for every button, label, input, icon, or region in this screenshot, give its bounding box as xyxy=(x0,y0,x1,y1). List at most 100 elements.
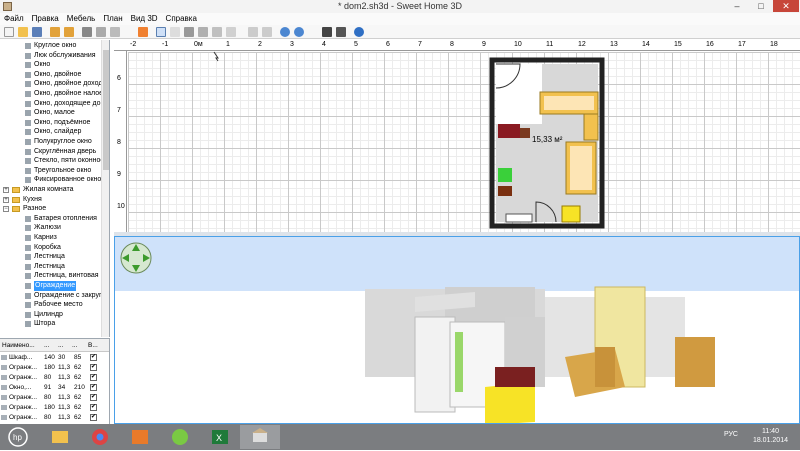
catalog-item[interactable]: Люк обслуживания xyxy=(0,51,109,61)
paste-icon[interactable] xyxy=(110,27,120,37)
3d-scene[interactable] xyxy=(115,237,800,424)
app-icon[interactable] xyxy=(120,425,160,449)
catalog-item[interactable]: Штора xyxy=(0,319,109,329)
catalog-item[interactable]: Лестница, винтовая xyxy=(0,271,109,281)
3d-view[interactable] xyxy=(114,236,800,424)
col-height-header[interactable]: ... xyxy=(72,342,77,349)
input-language[interactable]: РУС xyxy=(724,431,738,438)
catalog-item[interactable]: Полукруглое окно xyxy=(0,137,109,147)
open-icon[interactable] xyxy=(18,27,28,37)
catalog-item[interactable]: Скруглённая дверь xyxy=(0,147,109,157)
visible-checkbox[interactable]: ✔ xyxy=(90,414,97,421)
text-style-icon[interactable] xyxy=(262,27,272,37)
create-walls-icon[interactable] xyxy=(184,27,194,37)
furniture-list-table[interactable]: Наимено... ... ... ... В... Шкаф... 140 30… xyxy=(0,338,110,424)
menu-3d-view[interactable]: Вид 3D xyxy=(127,13,162,23)
catalog-item[interactable]: Цилиндр xyxy=(0,310,109,320)
menu-furniture[interactable]: Мебель xyxy=(63,13,100,23)
catalog-scrollbar[interactable] xyxy=(101,40,109,337)
help-icon[interactable] xyxy=(354,27,364,37)
catalog-item[interactable]: Окно, двойное доходя xyxy=(0,79,109,89)
col-depth-header[interactable]: ... xyxy=(58,342,63,349)
redo-icon[interactable] xyxy=(64,27,74,37)
table-row[interactable]: Огранж... 80 11,3 62 ✔ xyxy=(0,413,109,422)
sweet-home-3d-icon[interactable] xyxy=(240,425,280,449)
expand-toggle-icon[interactable]: − xyxy=(3,206,9,213)
photo-icon[interactable] xyxy=(322,27,332,37)
furniture-catalog-tree[interactable]: Круглое окно Люк обслуживания Окно Окно, дв… xyxy=(0,40,110,337)
visible-checkbox[interactable]: ✔ xyxy=(90,374,97,381)
pan-icon[interactable] xyxy=(170,27,180,37)
catalog-item[interactable]: Окно, малое xyxy=(0,108,109,118)
catalog-item[interactable]: Окно, двойное xyxy=(0,70,109,80)
new-file-icon[interactable] xyxy=(4,27,14,37)
visible-checkbox[interactable]: ✔ xyxy=(90,384,97,391)
catalog-item[interactable]: Лестница xyxy=(0,252,109,262)
catalog-category[interactable]: + Жилая комната xyxy=(0,185,109,195)
catalog-category[interactable]: − Разное xyxy=(0,204,109,214)
visible-checkbox[interactable]: ✔ xyxy=(90,404,97,411)
catalog-item[interactable]: Треугольное окно xyxy=(0,166,109,176)
catalog-item[interactable]: Рабочее место xyxy=(0,300,109,310)
visible-checkbox[interactable]: ✔ xyxy=(90,394,97,401)
undo-icon[interactable] xyxy=(50,27,60,37)
table-row[interactable]: Огранж... 80 11,3 62 ✔ xyxy=(0,393,109,402)
minimize-button[interactable]: – xyxy=(726,0,748,12)
catalog-item[interactable]: Батарея отопления xyxy=(0,214,109,224)
icq-icon[interactable] xyxy=(160,425,200,449)
file-explorer-icon[interactable] xyxy=(40,425,80,449)
video-icon[interactable] xyxy=(336,27,346,37)
catalog-item[interactable]: Круглое окно xyxy=(0,41,109,51)
create-labels-icon[interactable] xyxy=(226,27,236,37)
table-row[interactable]: Окно,... 91 34 210 ✔ xyxy=(0,383,109,392)
select-icon[interactable] xyxy=(156,27,166,37)
table-row[interactable]: Огранж... 180 11,3 62 ✔ xyxy=(0,363,109,372)
catalog-item[interactable]: Коробка xyxy=(0,243,109,253)
menu-file[interactable]: Файл xyxy=(0,13,28,23)
create-dimensions-icon[interactable] xyxy=(212,27,222,37)
catalog-item[interactable]: Фиксированное окно xyxy=(0,175,109,185)
add-furniture-icon[interactable] xyxy=(138,27,148,37)
catalog-item[interactable]: Стекло, пяти оконное xyxy=(0,156,109,166)
expand-toggle-icon[interactable]: + xyxy=(3,196,9,203)
zoom-out-icon[interactable] xyxy=(294,27,304,37)
table-row[interactable]: Шкаф... 140 30 85 ✔ xyxy=(0,353,109,362)
excel-icon[interactable]: X xyxy=(200,425,240,449)
catalog-item[interactable]: Окно, доходящее до п xyxy=(0,99,109,109)
hp-logo-icon[interactable]: hp xyxy=(0,425,36,449)
catalog-item[interactable]: Жалюзи xyxy=(0,223,109,233)
catalog-item[interactable]: Карниз xyxy=(0,233,109,243)
catalog-item[interactable]: Окно, подъёмное xyxy=(0,118,109,128)
menu-edit[interactable]: Правка xyxy=(28,13,63,23)
floor-plan-drawing[interactable]: 15,33 м² xyxy=(114,40,800,232)
expand-toggle-icon[interactable]: + xyxy=(3,187,9,193)
table-row[interactable]: Огранж... 180 11,3 62 ✔ xyxy=(0,403,109,412)
catalog-item[interactable]: Ограждение с закругл xyxy=(0,291,109,301)
save-icon[interactable] xyxy=(32,27,42,37)
maximize-button[interactable]: □ xyxy=(750,0,772,12)
plan-view[interactable]: -2-10м12345678910111213141516171819 6789… xyxy=(114,40,800,232)
catalog-item[interactable]: Окно, слайдер xyxy=(0,127,109,137)
catalog-item[interactable]: Окно xyxy=(0,60,109,70)
catalog-category[interactable]: + Кухня xyxy=(0,195,109,205)
visible-checkbox[interactable]: ✔ xyxy=(90,354,97,361)
close-button[interactable]: ✕ xyxy=(773,0,799,12)
zoom-in-icon[interactable] xyxy=(280,27,290,37)
col-width-header[interactable]: ... xyxy=(44,342,49,349)
text-size-icon[interactable] xyxy=(248,27,258,37)
col-name-header[interactable]: Наимено... xyxy=(2,342,35,349)
visible-checkbox[interactable]: ✔ xyxy=(90,364,97,371)
chrome-icon[interactable] xyxy=(80,425,120,449)
menu-help[interactable]: Справка xyxy=(162,13,201,23)
menu-plan[interactable]: План xyxy=(99,13,126,23)
catalog-item[interactable]: Лестница xyxy=(0,262,109,272)
scrollbar-thumb[interactable] xyxy=(103,50,109,170)
table-row[interactable]: Огранж... 80 11,3 62 ✔ xyxy=(0,373,109,382)
create-rooms-icon[interactable] xyxy=(198,27,208,37)
catalog-item[interactable]: Окно, двойное налое xyxy=(0,89,109,99)
catalog-item[interactable]: Ограждение xyxy=(0,281,109,291)
col-visible-header[interactable]: В... xyxy=(88,342,98,349)
copy-icon[interactable] xyxy=(96,27,106,37)
system-clock[interactable]: 11:40 18.01.2014 xyxy=(753,427,788,445)
cut-icon[interactable] xyxy=(82,27,92,37)
